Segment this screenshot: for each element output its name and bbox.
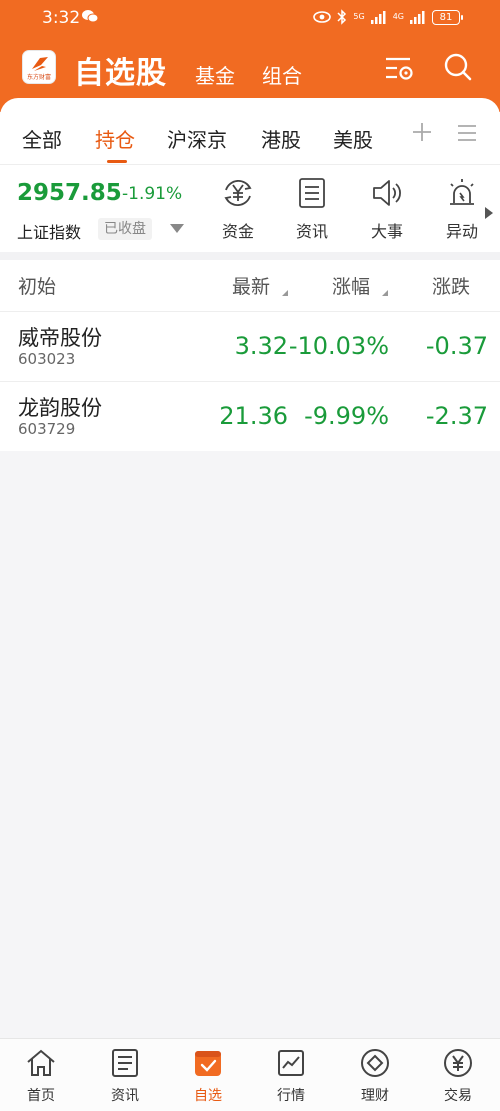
quick-link-label: 资讯 [295,222,328,241]
bottom-nav-trade[interactable]: 交易 [428,1047,488,1105]
stock-price: 21.36 [219,402,288,430]
diamond-icon [361,1049,389,1077]
table-row[interactable]: 威帝股份 603023 3.32 -10.03% -0.37 [0,312,500,382]
add-icon[interactable] [410,120,434,144]
stock-price: 3.32 [234,332,288,360]
header-nav-portfolio[interactable]: 组合 [262,60,302,89]
quick-link-label: 资金 [221,222,254,241]
sort-indicator-icon [382,290,388,296]
stock-change-pct: -9.99% [304,402,389,430]
bottom-nav-watchlist[interactable]: 自选 [178,1047,238,1105]
quick-link-alerts[interactable]: 异动 [432,176,492,242]
quick-link-news[interactable]: 资讯 [282,176,342,242]
bottom-nav-label: 行情 [277,1088,305,1104]
page-title: 自选股 [74,56,167,91]
logo-mark-icon [32,57,48,71]
tab-a-shares[interactable]: 沪深京 [167,124,227,153]
manage-settings-icon[interactable] [384,54,414,82]
scroll-right-icon[interactable] [485,207,493,219]
column-header-latest[interactable]: 最新 [232,272,270,299]
divider [0,164,500,165]
signal-icon [410,11,425,24]
tab-all[interactable]: 全部 [22,124,62,153]
signal-icon [370,11,386,24]
bottom-nav-market[interactable]: 行情 [261,1047,321,1105]
app-logo[interactable]: 东方财富 [22,50,56,84]
tab-hk[interactable]: 港股 [261,124,301,153]
status-time: 3:32 [42,8,81,28]
net-4g-label: 4G [392,12,404,21]
quick-link-funds[interactable]: 资金 [208,176,268,242]
stock-name: 威帝股份 [18,326,102,350]
wechat-icon [82,10,98,23]
status-bar: 3:32 5G 4G 81 [0,0,500,36]
logo-text: 东方财富 [26,74,51,81]
speaker-icon [373,180,401,206]
stock-name: 龙韵股份 [18,396,102,420]
index-change: -1.91% [122,184,183,204]
stock-code: 603023 [18,350,76,368]
stock-change-pct: -10.03% [288,332,389,360]
active-tab-indicator [107,160,127,163]
bottom-nav-label: 自选 [194,1088,222,1104]
header-nav-fund[interactable]: 基金 [195,60,235,89]
stock-change: -0.37 [425,332,488,360]
sort-indicator-icon [282,290,288,296]
bottom-nav-label: 首页 [27,1088,55,1104]
tab-us[interactable]: 美股 [333,124,373,153]
bottom-nav-label: 资讯 [111,1088,139,1104]
index-value: 2957.85 [17,180,122,206]
dropdown-triangle-icon[interactable] [170,224,184,233]
alarm-icon [450,179,474,205]
stock-code: 603729 [18,420,76,438]
quick-link-label: 大事 [370,222,403,241]
column-header-change-pct[interactable]: 涨幅 [332,272,370,299]
battery-icon: 81 [432,9,463,25]
quick-link-events[interactable]: 大事 [357,176,417,242]
tab-holdings[interactable]: 持仓 [95,124,135,153]
bottom-nav-wealth[interactable]: 理财 [345,1047,405,1105]
net-5g-label: 5G [353,12,365,21]
column-header-change[interactable]: 涨跌 [432,272,470,299]
bottom-nav-news[interactable]: 资讯 [95,1047,155,1105]
status-icons: 5G 4G 81 [313,9,463,25]
bottom-nav: 首页 资讯 自选 行情 理财 交易 [0,1038,500,1111]
yuan-icon [444,1049,472,1077]
index-name: 上证指数 [17,223,82,242]
watchlist-icon [195,1051,221,1076]
yuan-cycle-icon [224,179,252,207]
bottom-nav-label: 理财 [361,1088,389,1104]
bluetooth-icon [337,9,347,25]
bottom-nav-label: 交易 [444,1088,472,1104]
stock-list: 初始 最新 涨幅 涨跌 威帝股份 603023 3.32 -10.03% -0.… [0,260,500,451]
news-icon [112,1049,138,1077]
search-icon[interactable] [443,52,473,82]
table-row[interactable]: 龙韵股份 603729 21.36 -9.99% -2.37 [0,382,500,452]
stock-change: -2.37 [425,402,488,430]
quick-link-label: 异动 [445,222,478,241]
bottom-nav-home[interactable]: 首页 [11,1047,71,1105]
eye-icon [313,11,332,23]
home-icon [27,1049,55,1076]
market-status-badge: 已收盘 [98,218,152,240]
section-gap [0,252,500,260]
menu-icon[interactable] [457,124,477,142]
document-icon [299,178,325,208]
chart-icon [278,1050,304,1076]
column-header-name[interactable]: 初始 [18,272,56,299]
